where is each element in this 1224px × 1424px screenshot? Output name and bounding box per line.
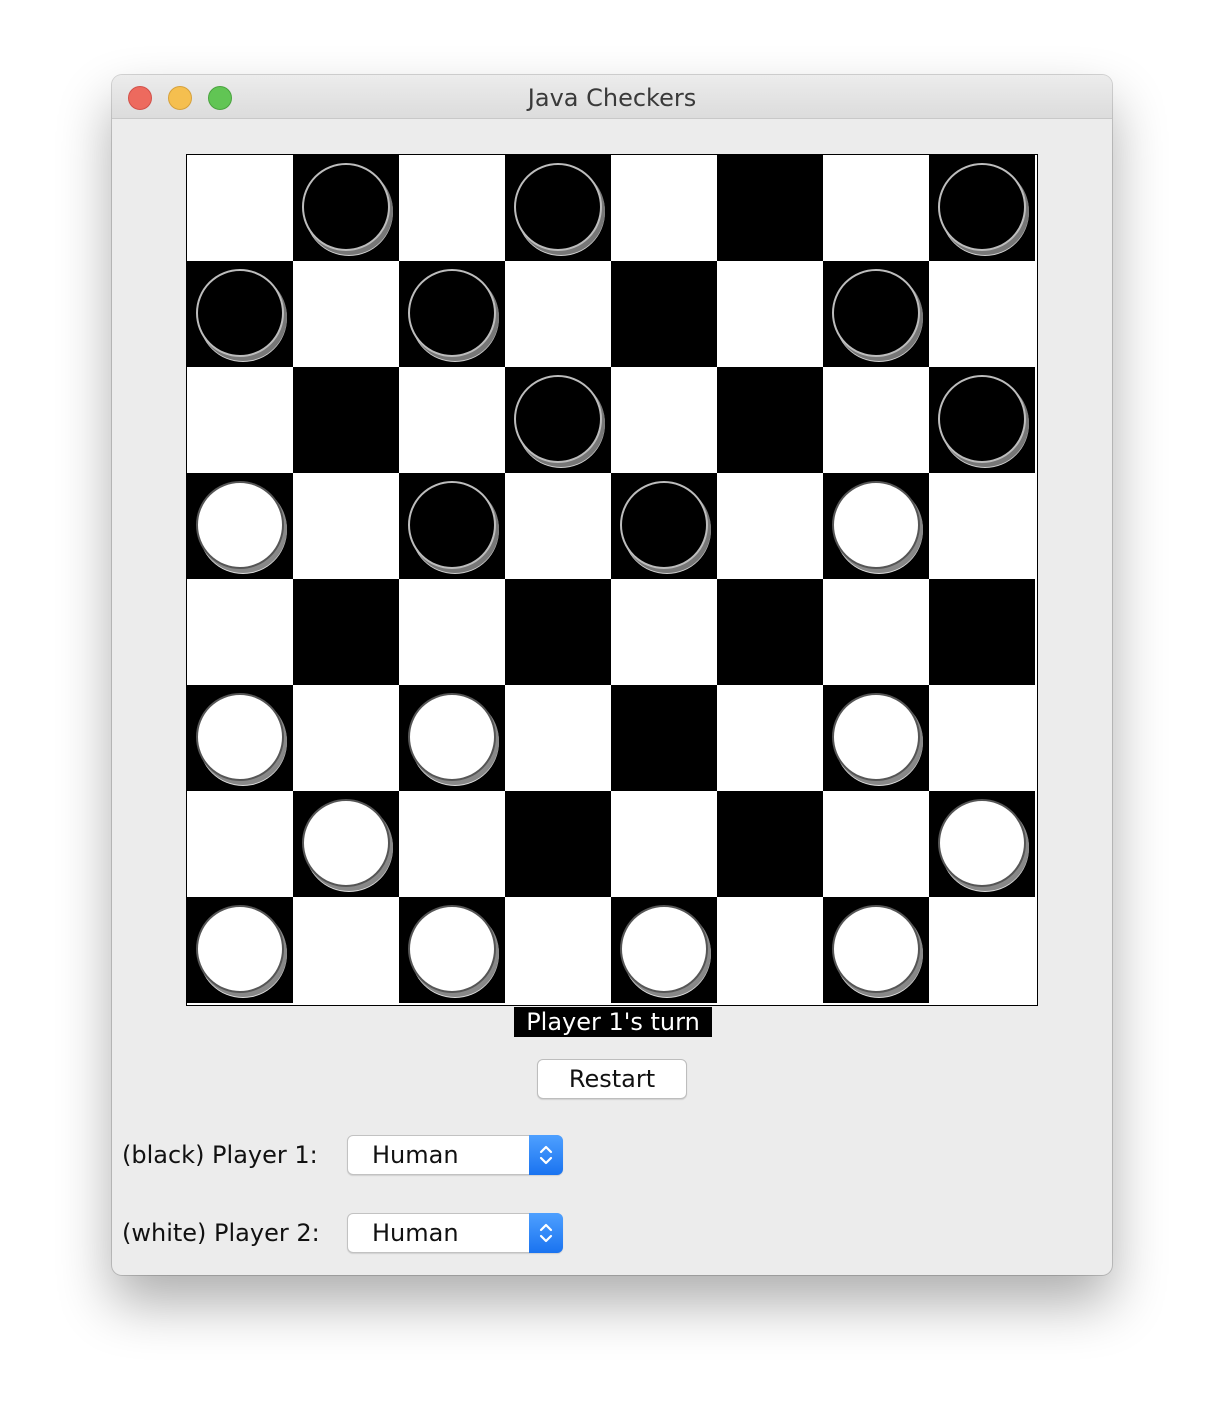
- black-checker-piece[interactable]: [196, 269, 284, 357]
- board-square[interactable]: [717, 791, 823, 897]
- updown-chevron-icon: [529, 1213, 563, 1253]
- board-square[interactable]: [823, 473, 929, 579]
- player2-select[interactable]: Human: [347, 1213, 563, 1253]
- board-square[interactable]: [505, 367, 611, 473]
- board-square[interactable]: [187, 897, 293, 1003]
- board-square[interactable]: [293, 579, 399, 685]
- board-square[interactable]: [505, 155, 611, 261]
- board-square[interactable]: [823, 685, 929, 791]
- white-checker-piece[interactable]: [196, 481, 284, 569]
- updown-chevron-icon: [529, 1135, 563, 1175]
- black-checker-piece[interactable]: [514, 163, 602, 251]
- board-square[interactable]: [823, 155, 929, 261]
- black-checker-piece[interactable]: [408, 481, 496, 569]
- white-checker-piece[interactable]: [408, 905, 496, 993]
- window-title: Java Checkers: [527, 84, 697, 112]
- board-square[interactable]: [187, 473, 293, 579]
- black-checker-piece[interactable]: [514, 375, 602, 463]
- white-checker-piece[interactable]: [832, 905, 920, 993]
- white-checker-piece[interactable]: [620, 905, 708, 993]
- title-bar[interactable]: Java Checkers: [112, 75, 1112, 119]
- board-square[interactable]: [399, 685, 505, 791]
- board-square[interactable]: [187, 791, 293, 897]
- board-square[interactable]: [717, 155, 823, 261]
- white-checker-piece[interactable]: [408, 693, 496, 781]
- board-square[interactable]: [187, 579, 293, 685]
- board-square[interactable]: [717, 897, 823, 1003]
- white-checker-piece[interactable]: [832, 481, 920, 569]
- board-square[interactable]: [505, 897, 611, 1003]
- board-square[interactable]: [399, 367, 505, 473]
- board-square[interactable]: [929, 897, 1035, 1003]
- board-square[interactable]: [929, 473, 1035, 579]
- board-square[interactable]: [929, 791, 1035, 897]
- black-checker-piece[interactable]: [938, 375, 1026, 463]
- board-square[interactable]: [717, 579, 823, 685]
- board-square[interactable]: [823, 261, 929, 367]
- board-square[interactable]: [505, 685, 611, 791]
- player2-label: (white) Player 2:: [122, 1219, 320, 1247]
- board-square[interactable]: [611, 579, 717, 685]
- board-square[interactable]: [823, 791, 929, 897]
- board-square[interactable]: [717, 367, 823, 473]
- board-square[interactable]: [823, 579, 929, 685]
- restart-button[interactable]: Restart: [537, 1059, 687, 1099]
- black-checker-piece[interactable]: [302, 163, 390, 251]
- turn-status: Player 1's turn: [514, 1007, 712, 1037]
- board-square[interactable]: [717, 685, 823, 791]
- board-square[interactable]: [187, 685, 293, 791]
- board-square[interactable]: [505, 473, 611, 579]
- board-square[interactable]: [929, 579, 1035, 685]
- board-square[interactable]: [929, 261, 1035, 367]
- board-square[interactable]: [399, 155, 505, 261]
- player1-label: (black) Player 1:: [122, 1141, 318, 1169]
- board-square[interactable]: [505, 791, 611, 897]
- app-window: Java Checkers Player 1's turn Restart (b…: [112, 75, 1112, 1275]
- board-square[interactable]: [293, 685, 399, 791]
- board-square[interactable]: [929, 155, 1035, 261]
- board-square[interactable]: [823, 367, 929, 473]
- board-square[interactable]: [187, 155, 293, 261]
- white-checker-piece[interactable]: [938, 799, 1026, 887]
- white-checker-piece[interactable]: [196, 693, 284, 781]
- white-checker-piece[interactable]: [832, 693, 920, 781]
- black-checker-piece[interactable]: [938, 163, 1026, 251]
- board-square[interactable]: [293, 791, 399, 897]
- player1-select[interactable]: Human: [347, 1135, 563, 1175]
- board-square[interactable]: [611, 897, 717, 1003]
- board-square[interactable]: [399, 897, 505, 1003]
- board-square[interactable]: [293, 897, 399, 1003]
- board-square[interactable]: [399, 261, 505, 367]
- board-square[interactable]: [929, 685, 1035, 791]
- board-square[interactable]: [293, 473, 399, 579]
- white-checker-piece[interactable]: [196, 905, 284, 993]
- board-square[interactable]: [611, 791, 717, 897]
- board-square[interactable]: [293, 155, 399, 261]
- black-checker-piece[interactable]: [408, 269, 496, 357]
- board-square[interactable]: [505, 579, 611, 685]
- board-square[interactable]: [399, 791, 505, 897]
- board-square[interactable]: [187, 261, 293, 367]
- white-checker-piece[interactable]: [302, 799, 390, 887]
- board-square[interactable]: [611, 685, 717, 791]
- board-square[interactable]: [293, 261, 399, 367]
- board-square[interactable]: [293, 367, 399, 473]
- board-square[interactable]: [611, 261, 717, 367]
- checkers-board[interactable]: [186, 154, 1038, 1006]
- board-square[interactable]: [187, 367, 293, 473]
- board-square[interactable]: [929, 367, 1035, 473]
- board-square[interactable]: [505, 261, 611, 367]
- board-square[interactable]: [399, 579, 505, 685]
- board-square[interactable]: [823, 897, 929, 1003]
- board-square[interactable]: [717, 261, 823, 367]
- black-checker-piece[interactable]: [620, 481, 708, 569]
- black-checker-piece[interactable]: [832, 269, 920, 357]
- board-square[interactable]: [717, 473, 823, 579]
- board-square[interactable]: [611, 473, 717, 579]
- board-square[interactable]: [611, 155, 717, 261]
- board-square[interactable]: [611, 367, 717, 473]
- player2-select-value: Human: [372, 1219, 459, 1247]
- board-square[interactable]: [399, 473, 505, 579]
- player1-select-value: Human: [372, 1141, 459, 1169]
